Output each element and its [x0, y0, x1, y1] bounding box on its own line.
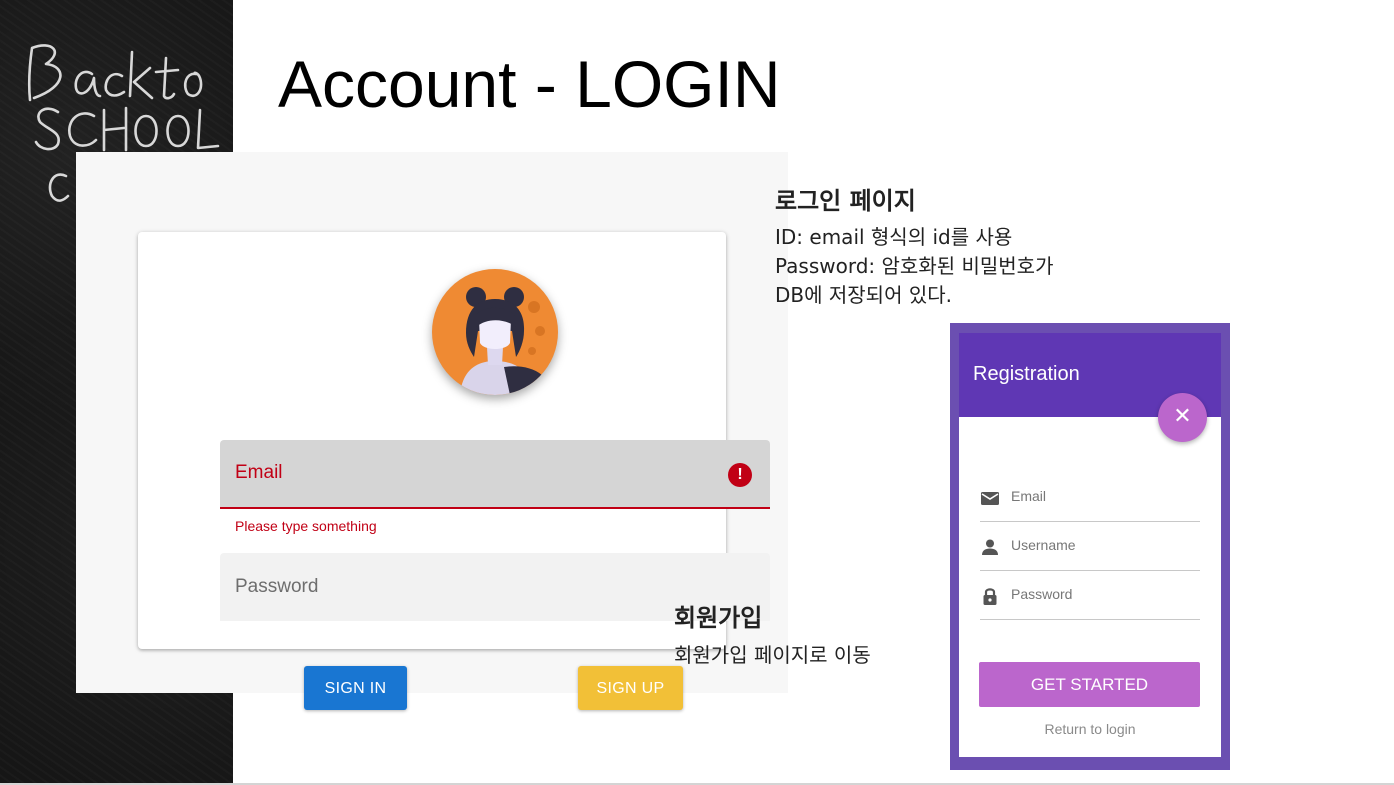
- sign-in-button[interactable]: SIGN IN: [304, 666, 407, 710]
- exclamation-icon: !: [728, 463, 752, 487]
- login-card: Email ! Please type something Password S…: [138, 232, 770, 710]
- person-icon: [982, 539, 998, 555]
- registration-page-screenshot: Registration ✕ Email Username Password G…: [950, 323, 1230, 770]
- email-field[interactable]: Email !: [220, 440, 770, 509]
- return-to-login-link[interactable]: Return to login: [959, 721, 1221, 737]
- avatar-icon: [432, 269, 558, 395]
- close-icon[interactable]: ✕: [1158, 393, 1207, 442]
- avatar-illustration: [460, 287, 545, 395]
- lock-icon: [983, 588, 997, 605]
- email-label: Email: [235, 462, 283, 483]
- registration-username-placeholder: Username: [1011, 537, 1076, 553]
- password-label: Password: [235, 576, 319, 597]
- get-started-button[interactable]: GET STARTED: [979, 662, 1200, 707]
- sign-up-button[interactable]: SIGN UP: [578, 666, 683, 710]
- registration-password-field[interactable]: Password: [980, 570, 1200, 620]
- login-note-line: Password: 암호화된 비밀번호가: [775, 254, 1054, 278]
- registration-password-placeholder: Password: [1011, 586, 1073, 602]
- signup-note-line: 회원가입 페이지로 이동: [674, 643, 871, 667]
- login-note-heading: 로그인 페이지: [775, 187, 916, 215]
- login-note-line: ID: email 형식의 id를 사용: [775, 225, 1013, 249]
- registration-title: Registration: [973, 363, 1080, 385]
- envelope-icon: [981, 492, 999, 505]
- presentation-slide: Account - LOGIN Email ! Please type some…: [0, 0, 1394, 785]
- slide-title: Account - LOGIN: [278, 47, 781, 121]
- registration-card: Registration ✕ Email Username Password G…: [959, 333, 1221, 757]
- registration-email-placeholder: Email: [1011, 488, 1047, 504]
- email-error-message: Please type something: [235, 518, 377, 534]
- login-note-line: DB에 저장되어 있다.: [775, 283, 952, 307]
- registration-username-field[interactable]: Username: [980, 521, 1200, 571]
- signup-note-heading: 회원가입: [674, 604, 763, 632]
- registration-email-field[interactable]: Email: [980, 472, 1200, 522]
